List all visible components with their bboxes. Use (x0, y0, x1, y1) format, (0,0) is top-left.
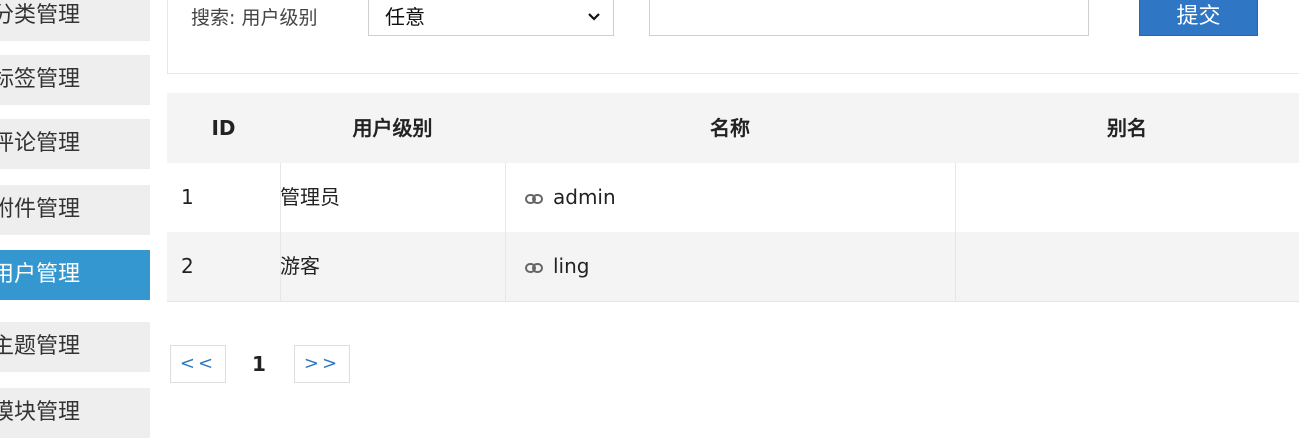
cell-level: 游客 (280, 254, 320, 278)
column-header-id: ID (211, 116, 236, 140)
select-value: 任意 (385, 5, 425, 29)
search-label: 搜索: 用户级别 (191, 7, 318, 29)
user-name-link[interactable]: admin (553, 185, 616, 209)
link-icon (525, 164, 543, 233)
table-header: ID 用户级别 名称 别名 (167, 93, 1299, 163)
sidebar-item-modules[interactable]: 模块管理 (0, 388, 150, 438)
sidebar-item-comments[interactable]: 评论管理 (0, 119, 150, 169)
prev-page-button[interactable]: << (170, 345, 226, 383)
user-name-link[interactable]: ling (553, 254, 589, 278)
user-level-select[interactable]: 任意 (368, 0, 614, 36)
cell-name[interactable]: ling (525, 232, 589, 301)
cell-id: 1 (181, 185, 194, 209)
column-header-alias: 别名 (1107, 116, 1147, 140)
column-divider (505, 163, 506, 302)
sidebar-item-categories[interactable]: 分类管理 (0, 0, 150, 41)
submit-button[interactable]: 提交 (1139, 0, 1258, 36)
users-table: ID 用户级别 名称 别名 1 管理员 admin 2 游客 ling (167, 93, 1299, 302)
column-header-level: 用户级别 (352, 116, 433, 140)
table-row: 1 管理员 admin (167, 163, 1299, 232)
search-input[interactable] (649, 0, 1089, 36)
next-page-button[interactable]: >> (294, 345, 350, 383)
column-header-name: 名称 (710, 116, 750, 140)
current-page: 1 (252, 352, 266, 376)
sidebar-item-tags[interactable]: 标签管理 (0, 55, 150, 105)
chevron-down-icon (587, 0, 601, 48)
column-divider (955, 163, 956, 302)
sidebar: 分类管理 标签管理 评论管理 附件管理 用户管理 主题管理 模块管理 (0, 0, 150, 438)
table-row: 2 游客 ling (167, 232, 1299, 302)
cell-level: 管理员 (280, 185, 340, 209)
cell-id: 2 (181, 254, 194, 278)
sidebar-item-attachments[interactable]: 附件管理 (0, 185, 150, 235)
column-divider (280, 163, 281, 302)
cell-name[interactable]: admin (525, 163, 616, 232)
sidebar-item-users[interactable]: 用户管理 (0, 250, 150, 300)
link-icon (525, 233, 543, 302)
sidebar-item-themes[interactable]: 主题管理 (0, 322, 150, 372)
